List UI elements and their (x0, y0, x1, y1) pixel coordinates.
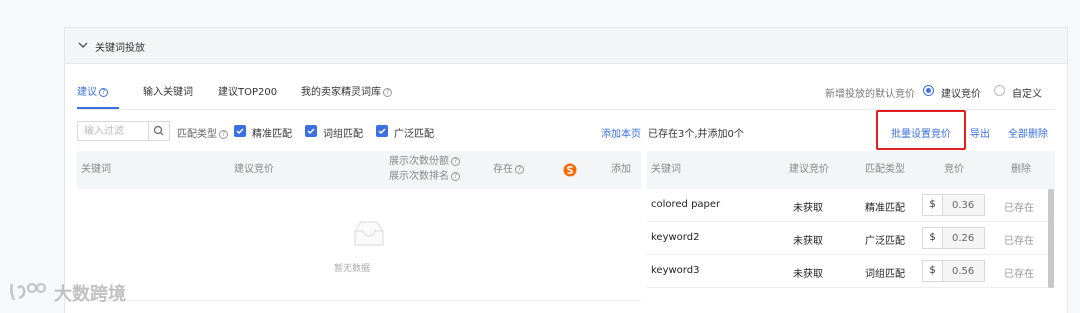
tab-label: 建议 (77, 87, 97, 98)
question-circle-icon[interactable]: ? (99, 88, 108, 97)
empty-state-text: 暂无数据 (334, 264, 371, 274)
radio-label[interactable]: 建议竞价 (941, 85, 981, 100)
col-bid: 竞价 (944, 164, 964, 175)
col-suggested-bid: 建议竞价 (234, 164, 274, 175)
check-icon (307, 128, 315, 135)
add-page-link[interactable]: 添加本页 (601, 125, 641, 140)
row-status: 已存在 (1004, 269, 1034, 280)
export-link[interactable]: 导出 (970, 125, 990, 140)
row-suggested-bid: 未获取 (793, 269, 823, 280)
checkbox-label[interactable]: 词组匹配 (323, 125, 363, 140)
search-icon (153, 125, 164, 136)
tab-suggested[interactable]: 建议? (77, 83, 108, 98)
checkbox-phrase-match[interactable] (305, 125, 317, 137)
row-match-type: 广泛匹配 (865, 236, 905, 247)
bid-value[interactable]: 0.36 (952, 200, 974, 211)
currency-prefix: $ (923, 195, 943, 215)
col-label: 展示次数排名 (389, 171, 449, 182)
check-icon (378, 128, 386, 135)
checkbox-label[interactable]: 广泛匹配 (394, 125, 434, 140)
row-suggested-bid: 未获取 (793, 236, 823, 247)
panel-title: 关键词投放 (95, 43, 145, 54)
col-label: 展示次数份额 (389, 156, 449, 167)
bid-input[interactable]: $ 0.36 (922, 194, 985, 216)
right-table-header: 关键词 建议竞价 匹配类型 竞价 删除 (647, 151, 1055, 189)
table-scrollbar[interactable] (1048, 189, 1054, 288)
radio-label[interactable]: 自定义 (1012, 85, 1042, 100)
question-circle-icon[interactable]: ? (383, 88, 392, 97)
col-keyword: 关键词 (81, 164, 111, 175)
col-exists[interactable]: 存在? (493, 163, 524, 177)
col-delete: 删除 (1011, 164, 1031, 175)
search-button[interactable] (148, 121, 170, 141)
bid-input[interactable]: $ 0.56 (922, 260, 985, 282)
chevron-down-icon[interactable] (77, 39, 89, 51)
match-type-label: 匹配类型? (177, 125, 228, 140)
col-suggested-bid: 建议竞价 (789, 164, 829, 175)
panel-header[interactable]: 关键词投放 (65, 28, 1067, 64)
brand-logo-icon (10, 282, 47, 301)
tab-label: 输入关键词 (143, 87, 193, 98)
checkbox-broad-match[interactable] (376, 125, 388, 137)
row-status: 已存在 (1004, 236, 1034, 247)
left-table-body: 暂无数据 (77, 189, 641, 301)
question-circle-icon[interactable]: ? (451, 157, 460, 166)
radio-custom-bid[interactable] (994, 85, 1005, 96)
sellersprite-logo-icon (563, 163, 577, 177)
default-bid-label: 新增投放的默认竞价 (825, 89, 915, 100)
row-match-type: 精准匹配 (865, 203, 905, 214)
table-row: keyword3 未获取 词组匹配 $ 0.56 已存在 (647, 255, 1055, 288)
match-type-text: 匹配类型 (177, 129, 217, 140)
question-circle-icon[interactable]: ? (219, 130, 228, 139)
tab-top200[interactable]: 建议TOP200 (218, 83, 277, 98)
table-row: keyword2 未获取 广泛匹配 $ 0.26 已存在 (647, 222, 1055, 255)
checkbox-exact-match[interactable] (234, 125, 246, 137)
currency-prefix: $ (923, 261, 943, 281)
highlight-box (876, 110, 966, 150)
question-circle-icon[interactable]: ? (515, 165, 524, 174)
row-keyword: keyword3 (651, 265, 700, 276)
tab-label: 我的卖家精灵词库 (301, 87, 381, 98)
col-impression-rank[interactable]: 展示次数排名? (389, 170, 460, 184)
checkbox-label[interactable]: 精准匹配 (252, 125, 292, 140)
row-keyword: colored paper (651, 199, 721, 210)
check-icon (236, 128, 244, 135)
row-suggested-bid: 未获取 (793, 203, 823, 214)
row-keyword: keyword2 (651, 232, 700, 243)
col-impression-share[interactable]: 展示次数份额? (389, 155, 460, 169)
bid-input[interactable]: $ 0.26 (922, 227, 985, 249)
bid-value[interactable]: 0.26 (952, 233, 974, 244)
tab-label: 建议TOP200 (218, 87, 278, 98)
col-label: 存在 (493, 164, 513, 175)
tab-enter-keywords[interactable]: 输入关键词 (143, 83, 193, 98)
bid-value[interactable]: 0.56 (952, 266, 974, 277)
keyword-targeting-panel: 关键词投放 建议? 输入关键词 建议TOP200 我的卖家精灵词库? 新增投放的… (64, 27, 1068, 313)
col-add: 添加 (611, 164, 631, 175)
row-match-type: 词组匹配 (865, 269, 905, 280)
currency-prefix: $ (923, 228, 943, 248)
left-table-header: 关键词 建议竞价 展示次数份额? 展示次数排名? 存在? 添加 (77, 151, 641, 189)
tab-seller-sprite-library[interactable]: 我的卖家精灵词库? (301, 83, 392, 98)
row-status: 已存在 (1004, 203, 1034, 214)
empty-inbox-icon (354, 221, 384, 246)
watermark-text: 大数跨境 (54, 284, 126, 305)
question-circle-icon[interactable]: ? (451, 172, 460, 181)
radio-suggested-bid[interactable] (923, 85, 934, 96)
col-keyword: 关键词 (651, 164, 681, 175)
table-row: colored paper 未获取 精准匹配 $ 0.36 已存在 (647, 189, 1055, 222)
col-match-type: 匹配类型 (865, 164, 905, 175)
add-status-text: 已存在3个,并添加0个 (648, 129, 744, 140)
delete-all-link[interactable]: 全部删除 (1008, 125, 1048, 140)
